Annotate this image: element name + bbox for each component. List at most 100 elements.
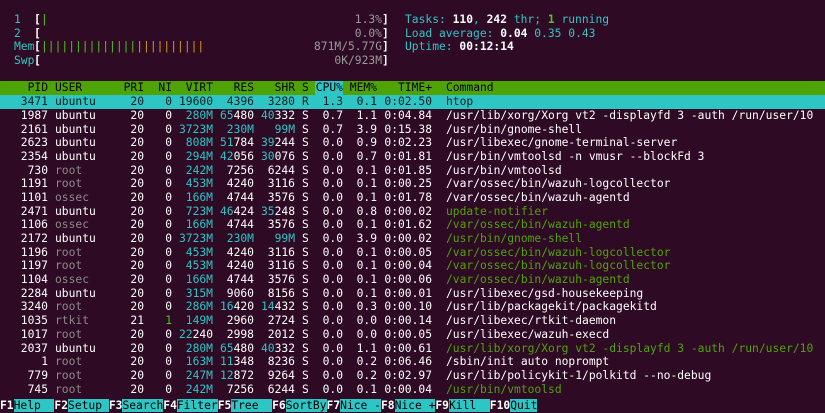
process-time: 0:01.85 [384,163,432,177]
fkey-f3[interactable]: F3 [109,399,123,412]
process-pri: 20 [130,327,144,341]
process-row[interactable]: 2284 ubuntu 20 0 315M 9060 8156 S 0.0 0.1 0:00.01 /… [0,287,825,301]
process-row[interactable]: 2354 ubuntu 20 0 294M 42056 30076 S 0.0 0.7 0:01.8… [0,150,825,164]
process-row[interactable]: 1101 ossec 20 0 166M 4744 3576 S 0.0 0.1 0:01.78/v… [0,191,825,205]
process-s: S [302,136,309,150]
process-row[interactable]: 1 root 20 0 163M 11348 8236 S 0.0 0.2 0:06.46/sbin… [0,355,825,369]
process-ni: 0 [165,368,172,382]
process-s: S [302,382,309,396]
process-pid: 1017 [20,327,48,341]
process-row[interactable]: 1196 root 20 0 453M 4240 3116 S 0.0 0.1 0:00.05/va… [0,246,825,260]
process-cpu: 0.0 [322,163,343,177]
process-list[interactable]: 3471 ubuntu 20 0 19600 4396 3280 R 1.3 0.1 0:02.50… [0,95,825,396]
process-res: 2998 [226,327,254,341]
fkey-label-f8[interactable]: Nice + [394,399,436,412]
process-s: S [302,327,309,341]
fkey-f6[interactable]: F6 [272,399,286,412]
process-row[interactable]: 779 root 20 0 247M 12872 9264 S 0.0 0.2 0:02.97/us… [0,369,825,383]
process-shr: 40332 [260,108,295,122]
fkey-label-f4[interactable]: Filter [176,399,218,412]
fkey-label-f6[interactable]: SortBy [285,399,327,412]
process-virt: 19600 [178,95,213,109]
fkey-label-f10[interactable]: Quit [510,399,538,412]
process-pri: 20 [130,190,144,204]
process-row[interactable]: 1106 ossec 20 0 166M 4744 3576 S 0.0 0.1 0:01.62/v… [0,218,825,232]
process-res: 4744 [226,190,254,204]
column-header[interactable]: PID USER PRI NI VIRT RES SHR S CPU% MEM% TIME+ Comm… [0,81,825,96]
process-cmd: /var/ossec/bin/wazuh-logcollector [446,177,671,191]
fkey-f8[interactable]: F8 [381,399,395,412]
process-mem: 0.8 [356,204,377,218]
process-virt: 315M [185,286,213,300]
column-header-ni[interactable]: NI [158,81,172,95]
process-cmd: update-notifier [446,204,549,218]
process-user: root [55,300,83,314]
column-header-command[interactable]: Command [446,81,494,95]
cpu2-label: 2 [14,26,21,40]
fkey-f10[interactable]: F10 [490,399,510,412]
fkey-f1[interactable]: F1 [0,399,14,412]
fkey-f4[interactable]: F4 [163,399,177,412]
column-header-mem[interactable]: MEM% [350,81,377,95]
process-mem: 0.1 [356,95,377,109]
process-user: root [55,245,83,259]
process-res: 12872 [219,368,254,382]
process-row[interactable]: 1017 root 20 0 22240 2998 2012 S 0.0 0.0 0:00.05/u… [0,328,825,342]
fkey-label-f7[interactable]: Nice - [340,399,381,412]
process-shr: 3116 [267,259,295,273]
fkey-label-f1[interactable]: Help [13,399,55,412]
column-header-user[interactable]: USER [55,81,82,95]
process-pri: 20 [130,177,144,191]
process-pri: 20 [130,122,144,136]
process-mem: 0.1 [356,245,377,259]
cpu1-bracket-close: ] [382,13,389,26]
column-header-shr[interactable]: SHR [275,81,295,95]
process-time: 0:00.04 [384,259,432,273]
process-pid: 2037 [20,341,48,355]
process-shr: 14432 [260,300,295,314]
column-header-pri[interactable]: PRI [124,81,144,95]
process-s: S [302,273,309,287]
process-user: ubuntu [55,286,96,300]
fkey-f2[interactable]: F2 [54,399,68,412]
process-row[interactable]: 1104 ossec 20 0 166M 4744 3576 S 0.0 0.1 0:00.06/v… [0,273,825,287]
column-header-time[interactable]: TIME+ [398,81,432,95]
process-row[interactable]: 1035 rtkit 21 1 149M 2960 2724 S 0.0 0.0 0:00.14/u… [0,314,825,328]
process-row[interactable]: 2161 ubuntu 20 0 3723M 230M 99M S 0.7 3.9 0:15.38 /… [0,123,825,137]
process-row-selected[interactable]: 3471 ubuntu 20 0 19600 4396 3280 R 1.3 0.1 0:02.50… [0,95,825,109]
fkey-label-f5[interactable]: Tree [231,399,273,412]
process-mem: 1.1 [356,108,377,122]
process-row[interactable]: 2623 ubuntu 20 0 808M 51784 39244 S 0.0 0.9 0:02.2… [0,136,825,150]
process-row[interactable]: 1987 ubuntu 20 0 280M 65480 40332 S 0.7 1.1 0:04.8… [0,109,825,123]
process-s: S [302,355,309,369]
fkey-f5[interactable]: F5 [218,399,232,412]
fkey-f7[interactable]: F7 [327,399,341,412]
fkey-label-f3[interactable]: Search [122,399,164,412]
column-header-pid[interactable]: PID [28,81,48,95]
process-ni: 0 [165,327,172,341]
fkey-label-f2[interactable]: Setup [68,399,109,412]
process-row[interactable]: 2471 ubuntu 20 0 723M 46424 35248 S 0.0 0.8 0:00.0… [0,205,825,219]
mem-label: Mem [14,40,35,54]
process-row[interactable]: 745 root 20 0 242M 7256 6244 S 0.0 0.1 0:00.04/usr… [0,383,825,397]
process-row[interactable]: 1191 root 20 0 453M 4240 3116 S 0.0 0.1 0:00.25/va… [0,177,825,191]
process-cpu: 0.0 [322,327,343,341]
process-ni: 0 [165,341,172,355]
process-cmd: /usr/lib/xorg/Xorg vt2 -displayfd 3 -aut… [446,341,814,355]
process-shr: 3576 [267,218,295,232]
process-row[interactable]: 730 root 20 0 242M 7256 6244 S 0.0 0.1 0:01.85/usr… [0,164,825,178]
fkey-f9[interactable]: F9 [435,399,449,412]
process-cmd: /usr/libexec/wazuh-execd [446,327,610,341]
column-header-cpu[interactable]: CPU% [315,81,343,96]
fkey-label-f9[interactable]: Kill [448,399,490,412]
process-ni: 0 [165,355,172,369]
column-header-res[interactable]: RES [234,81,254,95]
column-header-s[interactable]: S [302,81,309,95]
process-s: S [302,149,309,163]
process-row[interactable]: 1197 root 20 0 453M 4240 3116 S 0.0 0.1 0:00.04/va… [0,259,825,273]
process-shr: 99M [274,232,295,245]
process-row[interactable]: 3240 root 20 0 286M 16420 14432 S 0.0 0.3 0:00.10 /… [0,300,825,314]
process-row[interactable]: 2172 ubuntu 20 0 3723M 230M 99M S 0.0 3.9 0:00.02 /… [0,232,825,246]
column-header-virt[interactable]: VIRT [186,81,213,95]
process-row[interactable]: 2037 ubuntu 20 0 280M 65480 40332 S 0.0 1.1 0:00.6… [0,342,825,356]
